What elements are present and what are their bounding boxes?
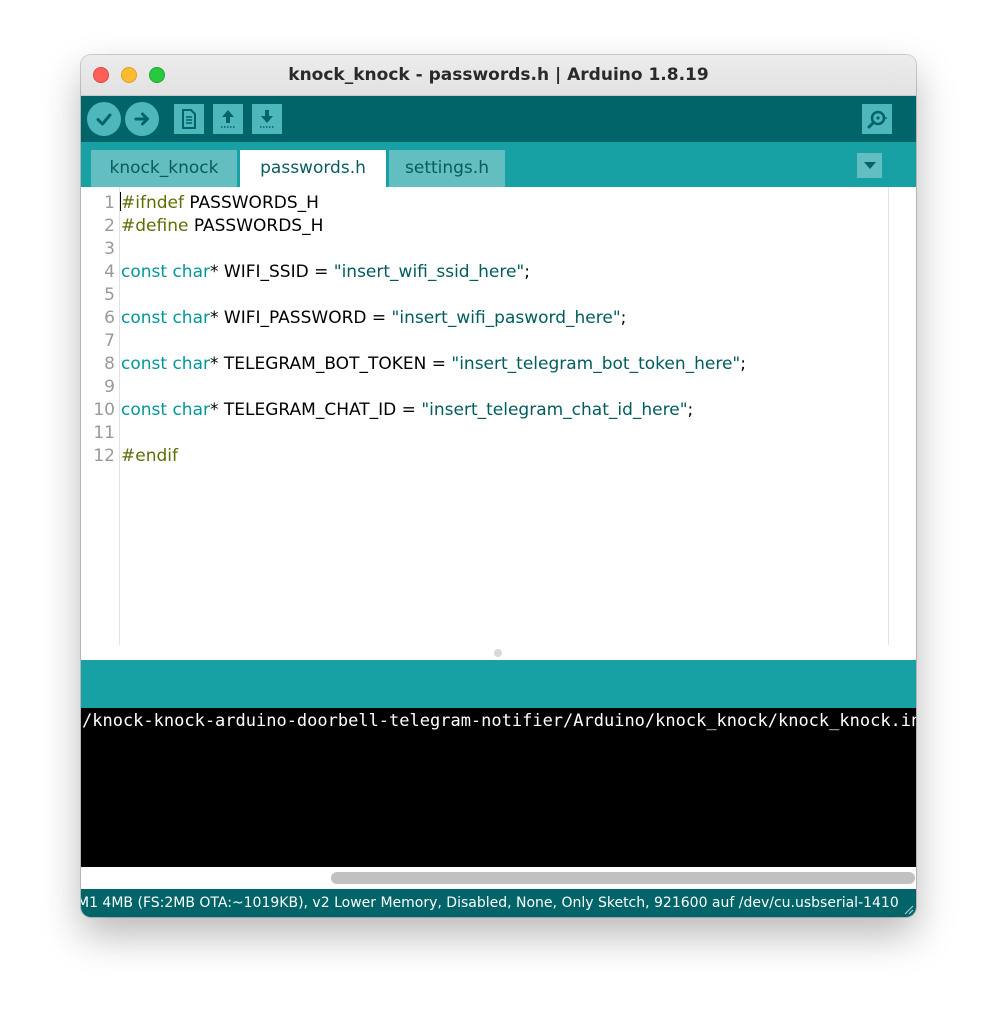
line-number: 12: [81, 445, 115, 468]
code-line[interactable]: 10 const char* TELEGRAM_CHAT_ID = "insert…: [81, 399, 693, 422]
code-token: ;: [621, 308, 627, 328]
code-line[interactable]: 7: [81, 330, 121, 353]
tab-knock-knock[interactable]: knock_knock: [91, 150, 237, 187]
chevron-down-icon: [864, 162, 876, 170]
upload-button[interactable]: [125, 102, 159, 136]
toolbar: [81, 96, 916, 142]
save-icon: [257, 108, 277, 130]
line-number: 5: [81, 284, 115, 307]
code-token: * TELEGRAM_CHAT_ID =: [210, 400, 421, 420]
code-token: * WIFI_SSID =: [210, 262, 334, 282]
code-token: char: [172, 262, 210, 282]
code-line[interactable]: 3: [81, 238, 121, 261]
code-token: PASSWORDS_H: [188, 216, 323, 236]
code-line[interactable]: 4 const char* WIFI_SSID = "insert_wifi_ss…: [81, 261, 530, 284]
code-token: ;: [740, 354, 746, 374]
code-token: char: [172, 354, 210, 374]
verify-icon: [94, 109, 114, 129]
split-pane-handle[interactable]: [494, 649, 502, 657]
upload-icon: [132, 109, 152, 129]
line-number: 8: [81, 353, 115, 376]
code-token: const: [121, 400, 167, 420]
title-bar: knock_knock - passwords.h | Arduino 1.8.…: [81, 55, 916, 96]
editor-scrollbar-track[interactable]: [888, 187, 889, 645]
line-number: 3: [81, 238, 115, 261]
line-number: 10: [81, 399, 115, 422]
serial-monitor-button[interactable]: [862, 104, 892, 134]
line-number: 7: [81, 330, 115, 353]
serial-monitor-icon: [866, 108, 888, 130]
code-token: #ifndef: [121, 193, 184, 213]
verify-button[interactable]: [87, 102, 121, 136]
code-token: ;: [688, 400, 694, 420]
code-line[interactable]: 1 #ifndef PASSWORDS_H: [81, 192, 319, 215]
console-horizontal-scrollbar[interactable]: [81, 867, 916, 889]
board-status-bar: M1 4MB (FS:2MB OTA:~1019KB), v2 Lower Me…: [81, 889, 916, 917]
code-token: PASSWORDS_H: [184, 193, 319, 213]
code-token: char: [172, 400, 210, 420]
new-sketch-button[interactable]: [174, 104, 204, 134]
new-icon: [180, 109, 198, 129]
code-token: "insert_telegram_bot_token_here": [451, 354, 740, 374]
code-line[interactable]: 2 #define PASSWORDS_H: [81, 215, 323, 238]
code-line[interactable]: 8 const char* TELEGRAM_BOT_TOKEN = "inser…: [81, 353, 746, 376]
line-number: 6: [81, 307, 115, 330]
tab-menu-button[interactable]: [857, 153, 882, 178]
line-number: 9: [81, 376, 115, 399]
line-number: 4: [81, 261, 115, 284]
resize-grip-icon[interactable]: [902, 903, 914, 915]
console-line: /knock-knock-arduino-doorbell-telegram-n…: [82, 710, 916, 732]
open-sketch-button[interactable]: [213, 104, 243, 134]
tab-passwords-h[interactable]: passwords.h: [240, 150, 386, 187]
code-token: char: [172, 308, 210, 328]
code-line[interactable]: 9: [81, 376, 121, 399]
line-number: 2: [81, 215, 115, 238]
line-number: 1: [81, 192, 115, 215]
code-line[interactable]: 6 const char* WIFI_PASSWORD = "insert_wif…: [81, 307, 626, 330]
window-title: knock_knock - passwords.h | Arduino 1.8.…: [81, 55, 916, 95]
scrollbar-thumb[interactable]: [331, 872, 915, 884]
board-info: M1 4MB (FS:2MB OTA:~1019KB), v2 Lower Me…: [81, 889, 899, 917]
code-token: "insert_wifi_ssid_here": [334, 262, 524, 282]
code-line[interactable]: 11: [81, 422, 121, 445]
code-token: #endif: [121, 446, 178, 466]
code-token: "insert_telegram_chat_id_here": [421, 400, 687, 420]
code-token: "insert_wifi_pasword_here": [392, 308, 621, 328]
message-bar: [81, 660, 916, 708]
save-sketch-button[interactable]: [252, 104, 282, 134]
arduino-ide-window: knock_knock - passwords.h | Arduino 1.8.…: [81, 55, 916, 917]
tab-settings-h[interactable]: settings.h: [389, 150, 505, 187]
code-line[interactable]: 12 #endif: [81, 445, 178, 468]
code-editor[interactable]: 1 #ifndef PASSWORDS_H 2 #define PASSWORDS_H…: [81, 187, 916, 660]
code-token: const: [121, 308, 167, 328]
line-number: 11: [81, 422, 115, 445]
code-token: * TELEGRAM_BOT_TOKEN =: [210, 354, 451, 374]
code-token: ;: [524, 262, 530, 282]
tab-bar: knock_knock passwords.h settings.h: [81, 142, 916, 187]
console-output: /knock-knock-arduino-doorbell-telegram-n…: [81, 708, 916, 867]
code-line[interactable]: 5: [81, 284, 121, 307]
code-token: const: [121, 262, 167, 282]
code-token: #define: [121, 216, 188, 236]
code-token: const: [121, 354, 167, 374]
open-icon: [218, 108, 238, 130]
code-token: * WIFI_PASSWORD =: [210, 308, 392, 328]
